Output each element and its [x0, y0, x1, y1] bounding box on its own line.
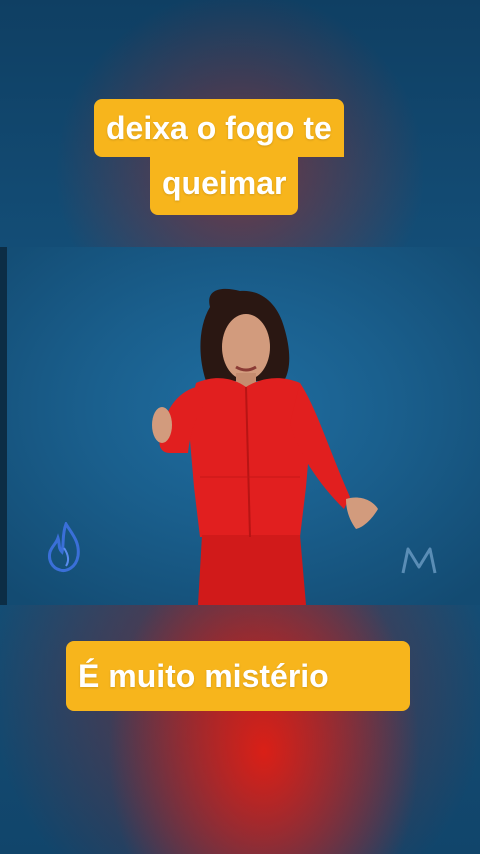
video-frame[interactable] [0, 247, 480, 605]
caption-top-line-2: queimar [150, 157, 299, 215]
caption-bottom: É muito mistério [66, 641, 410, 711]
caption-top-line-1: deixa o fogo te [94, 99, 344, 157]
m-logo-icon [401, 547, 437, 574]
flame-icon [48, 522, 80, 572]
